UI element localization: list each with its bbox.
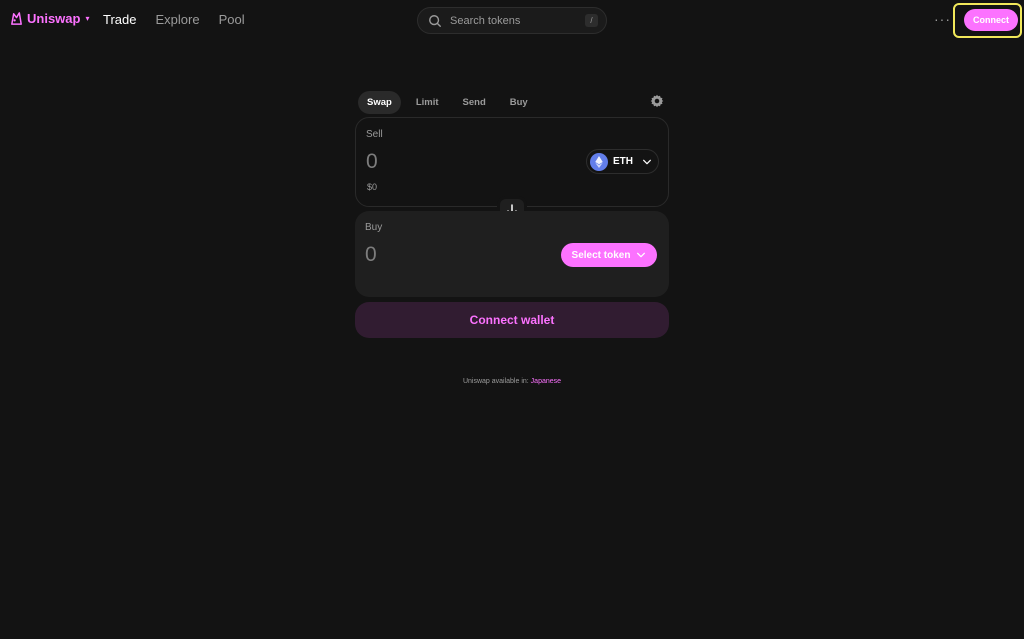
language-link-japanese[interactable]: Japanese bbox=[531, 378, 561, 385]
unicorn-logo-icon bbox=[11, 12, 22, 25]
sell-panel: Sell 0 $0 ETH bbox=[355, 117, 669, 207]
sell-usd-value: $0 bbox=[367, 182, 378, 192]
sell-token-symbol: ETH bbox=[613, 156, 633, 167]
top-navbar: Uniswap ▾ Trade Explore Pool Search toke… bbox=[0, 0, 1024, 40]
sell-amount-input[interactable]: 0 bbox=[366, 150, 378, 174]
connect-button[interactable]: Connect bbox=[964, 9, 1018, 31]
tab-send[interactable]: Send bbox=[454, 91, 495, 114]
search-placeholder: Search tokens bbox=[450, 14, 521, 27]
uniswap-page: Uniswap ▾ Trade Explore Pool Search toke… bbox=[0, 0, 1024, 639]
search-shortcut-badge: / bbox=[585, 14, 598, 27]
nav-links: Trade Explore Pool bbox=[103, 12, 245, 27]
gear-icon[interactable] bbox=[650, 94, 664, 108]
nav-link-explore[interactable]: Explore bbox=[155, 12, 199, 27]
swap-tabs: Swap Limit Send Buy bbox=[358, 91, 543, 114]
connect-wallet-button[interactable]: Connect wallet bbox=[355, 302, 669, 338]
select-token-button[interactable]: Select token bbox=[561, 243, 657, 267]
availability-text: Uniswap available in: bbox=[462, 378, 529, 385]
nav-link-trade[interactable]: Trade bbox=[103, 12, 136, 27]
chevron-down-icon bbox=[643, 159, 651, 164]
caret-down-icon: ▾ bbox=[85, 14, 90, 23]
sell-label: Sell bbox=[366, 129, 383, 140]
brand-menu[interactable]: Uniswap ▾ bbox=[9, 11, 89, 26]
buy-label: Buy bbox=[365, 222, 383, 233]
buy-panel: Buy 0 Select token bbox=[355, 211, 669, 297]
tab-buy[interactable]: Buy bbox=[501, 91, 537, 114]
brand-name: Uniswap bbox=[27, 11, 81, 26]
tab-swap[interactable]: Swap bbox=[358, 91, 401, 114]
more-options-icon[interactable]: ··· bbox=[934, 11, 951, 27]
nav-link-pool[interactable]: Pool bbox=[219, 12, 245, 27]
search-input[interactable]: Search tokens / bbox=[417, 7, 607, 34]
select-token-label: Select token bbox=[571, 249, 631, 261]
chevron-down-icon bbox=[637, 252, 646, 258]
buy-amount-input[interactable]: 0 bbox=[365, 243, 377, 267]
tab-limit[interactable]: Limit bbox=[407, 91, 448, 114]
sell-token-selector[interactable]: ETH bbox=[586, 149, 659, 174]
search-icon bbox=[429, 14, 441, 27]
language-availability-note: Uniswap available in: Japanese bbox=[0, 378, 1024, 385]
eth-token-icon bbox=[590, 152, 608, 171]
